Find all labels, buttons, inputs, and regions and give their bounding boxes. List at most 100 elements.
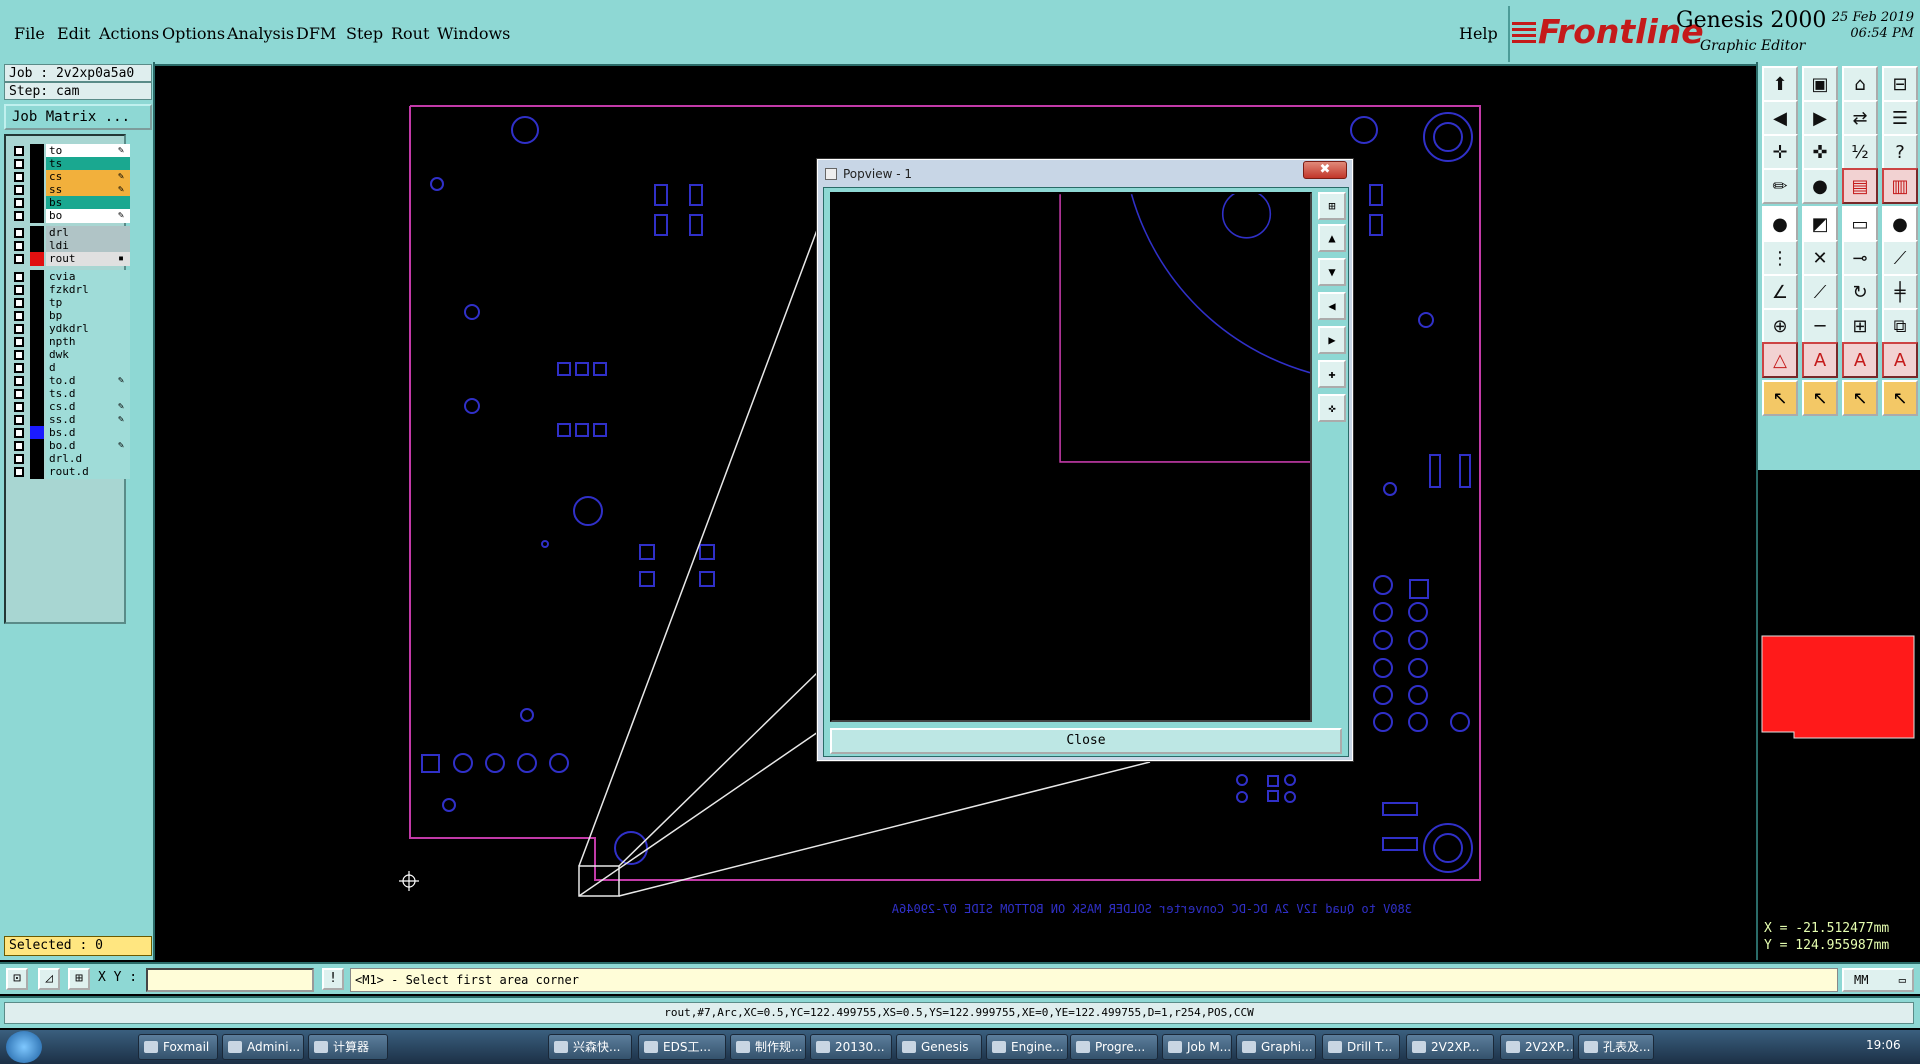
layer-checkbox[interactable] xyxy=(14,146,24,156)
pan-left-icon[interactable]: ◀ xyxy=(1318,292,1346,320)
layer-color-swatch[interactable] xyxy=(30,439,44,453)
layer-checkbox[interactable] xyxy=(14,172,24,182)
layer-row[interactable]: ss.d ✎ xyxy=(8,413,130,427)
layer-row[interactable]: cs ✎ xyxy=(8,170,130,184)
select-red-icon[interactable]: ↖ xyxy=(1802,380,1838,416)
taskbar-item[interactable]: Job M... xyxy=(1162,1034,1232,1060)
zoom-center-icon[interactable]: ✜ xyxy=(1802,134,1838,170)
help-icon[interactable]: ? xyxy=(1882,134,1918,170)
taskbar-item[interactable]: Genesis xyxy=(896,1034,982,1060)
layer-row[interactable]: dwk xyxy=(8,348,130,362)
layer-name[interactable]: tp xyxy=(46,296,130,310)
connect-icon[interactable]: ⋮ xyxy=(1762,240,1798,276)
zoom-fit-icon[interactable]: ⊞ xyxy=(1318,192,1346,220)
layer-row[interactable]: bs.d xyxy=(8,426,130,440)
menu-analysis[interactable]: Analysis xyxy=(227,24,294,43)
layer-name[interactable]: fzkdrl xyxy=(46,283,130,297)
pan-right-icon[interactable]: ▶ xyxy=(1318,326,1346,354)
taskbar-item[interactable]: 孔表及... xyxy=(1578,1034,1654,1060)
home-icon[interactable]: ⌂ xyxy=(1842,66,1878,102)
zoom-fit-icon[interactable]: ✛ xyxy=(1762,134,1798,170)
layer-color-swatch[interactable] xyxy=(30,283,44,297)
menu-step[interactable]: Step xyxy=(346,24,383,43)
layer-color-swatch[interactable] xyxy=(30,296,44,310)
layer-checkbox[interactable] xyxy=(14,211,24,221)
layer-color-swatch[interactable] xyxy=(30,426,44,440)
layer-color-swatch[interactable] xyxy=(30,413,44,427)
pan-left-icon[interactable]: ◀ xyxy=(1762,100,1798,136)
menu-dfm[interactable]: DFM xyxy=(296,24,336,43)
letter-a1-icon[interactable]: A xyxy=(1802,342,1838,378)
pad-icon[interactable]: ● xyxy=(1802,168,1838,204)
zoom-in-icon[interactable]: ✚ xyxy=(1318,360,1346,388)
layer-row[interactable]: drl.d xyxy=(8,452,130,466)
layer-row[interactable]: cs.d ✎ xyxy=(8,400,130,414)
add-point-icon[interactable]: ⊕ xyxy=(1762,308,1798,344)
taskbar-item[interactable]: 2V2XP... xyxy=(1500,1034,1574,1060)
layer-row[interactable]: ts.d xyxy=(8,387,130,401)
select-multi-icon[interactable]: ↖ xyxy=(1882,380,1918,416)
layer-fill-icon[interactable]: ◩ xyxy=(1802,206,1838,242)
menu-rout[interactable]: Rout xyxy=(391,24,429,43)
layer-row[interactable]: bo ✎ xyxy=(8,209,130,223)
info-icon[interactable]: ! xyxy=(322,968,344,990)
zoom-out-icon[interactable]: ✜ xyxy=(1318,394,1346,422)
pencil-icon[interactable]: ✏ xyxy=(1762,168,1798,204)
letter-a2-icon[interactable]: A xyxy=(1842,342,1878,378)
layer-color-swatch[interactable] xyxy=(30,465,44,479)
select-yel-icon[interactable]: ↖ xyxy=(1842,380,1878,416)
pan-right-icon[interactable]: ▶ xyxy=(1802,100,1838,136)
layer-color-swatch[interactable] xyxy=(30,335,44,349)
select-icon[interactable]: ↖ xyxy=(1762,380,1798,416)
layer-row[interactable]: ts xyxy=(8,157,130,171)
layer-row[interactable]: bo.d ✎ xyxy=(8,439,130,453)
layer-name[interactable]: npth xyxy=(46,335,130,349)
layer-checkbox[interactable] xyxy=(14,415,24,425)
split-icon[interactable]: ⊟ xyxy=(1882,66,1918,102)
popview-canvas[interactable] xyxy=(830,192,1312,722)
layer-checkbox[interactable] xyxy=(14,272,24,282)
xy-input[interactable] xyxy=(146,968,314,992)
menu-windows[interactable]: Windows xyxy=(437,24,510,43)
move-up-icon[interactable]: ⬆ xyxy=(1762,66,1798,102)
layer-checkbox[interactable] xyxy=(14,337,24,347)
layer-checkbox[interactable] xyxy=(14,350,24,360)
triangle-icon[interactable]: △ xyxy=(1762,342,1798,378)
layer-row[interactable]: bp xyxy=(8,309,130,323)
layer-color-swatch[interactable] xyxy=(30,144,44,158)
layer-color-swatch[interactable] xyxy=(30,157,44,171)
pad-round-icon[interactable]: ● xyxy=(1762,206,1798,242)
layer-checkbox[interactable] xyxy=(14,376,24,386)
layer-name[interactable]: bs.d xyxy=(46,426,130,440)
layer-name[interactable]: bp xyxy=(46,309,130,323)
box-icon[interactable]: ⊞ xyxy=(1842,308,1878,344)
menu-options[interactable]: Options xyxy=(162,24,225,43)
layer-checkbox[interactable] xyxy=(14,402,24,412)
layer-name[interactable]: cvia xyxy=(46,270,130,284)
grid-a-icon[interactable]: ▤ xyxy=(1842,168,1878,204)
layer-name[interactable]: drl xyxy=(46,226,130,240)
layer-checkbox[interactable] xyxy=(14,298,24,308)
layer-checkbox[interactable] xyxy=(14,363,24,373)
layer-row[interactable]: ldi xyxy=(8,239,130,253)
taskbar-item[interactable]: Foxmail xyxy=(138,1034,218,1060)
grid-b-icon[interactable]: ▥ xyxy=(1882,168,1918,204)
taskbar-item[interactable]: Admini... xyxy=(222,1034,304,1060)
layer-row[interactable]: fzkdrl xyxy=(8,283,130,297)
close-icon[interactable]: ✖ xyxy=(1303,161,1347,179)
layer-checkbox[interactable] xyxy=(14,285,24,295)
layer-color-swatch[interactable] xyxy=(30,452,44,466)
job-matrix-button[interactable]: Job Matrix ... xyxy=(4,104,152,130)
list-icon[interactable]: ☰ xyxy=(1882,100,1918,136)
layer-name[interactable]: d xyxy=(46,361,130,375)
line-icon[interactable]: ─ xyxy=(1802,308,1838,344)
layer-checkbox[interactable] xyxy=(14,389,24,399)
layer-row[interactable]: to ✎ xyxy=(8,144,130,158)
taskbar-item[interactable]: Drill T... xyxy=(1322,1034,1400,1060)
layer-checkbox[interactable] xyxy=(14,254,24,264)
layer-checkbox[interactable] xyxy=(14,467,24,477)
taskbar-item[interactable]: Engine... xyxy=(986,1034,1068,1060)
line-style-icon[interactable]: ▭ xyxy=(1842,206,1878,242)
measure-icon[interactable]: ◿ xyxy=(38,968,60,990)
swap-icon[interactable]: ⇄ xyxy=(1842,100,1878,136)
